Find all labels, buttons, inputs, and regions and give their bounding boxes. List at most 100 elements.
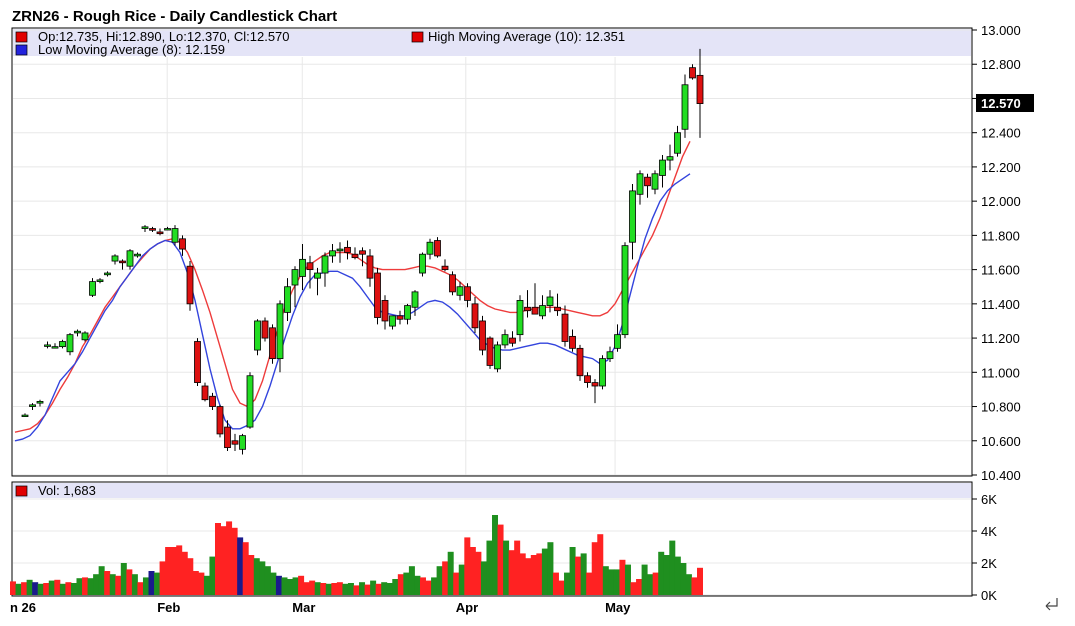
candle-body [276, 303, 284, 360]
volume-bar [597, 534, 604, 595]
volume-bar [386, 583, 393, 595]
price-tick-label: 13.000 [981, 23, 1021, 38]
candle-body [434, 240, 441, 257]
candle-body [104, 272, 111, 276]
volume-bar [486, 540, 493, 595]
candle-body [471, 303, 479, 329]
volume-bar [21, 582, 28, 595]
candle-body [584, 375, 591, 383]
candle-body [464, 286, 471, 301]
volume-bar [453, 572, 460, 595]
candle-body [501, 334, 509, 346]
volume-bar [76, 578, 83, 595]
candle-body [441, 265, 449, 271]
x-axis-label: n 26 [10, 600, 36, 615]
candle-body [74, 330, 81, 334]
candle-body [321, 255, 329, 274]
volume-bar [408, 566, 415, 595]
volume-bar [59, 583, 66, 595]
volume-bar [48, 580, 55, 595]
volume-bar [347, 583, 354, 595]
volume-bar [120, 563, 127, 595]
volume-bar [464, 537, 471, 595]
candle-body [119, 260, 126, 264]
volume-bar [564, 572, 571, 595]
price-tick-label: 10.400 [981, 468, 1021, 483]
chart-title: ZRN26 - Rough Rice - Daily Candlestick C… [12, 8, 337, 25]
volume-bar [203, 575, 210, 595]
volume-bar [447, 551, 454, 595]
x-axis-label: Mar [292, 600, 315, 615]
volume-bar [154, 572, 161, 595]
candle-body [689, 67, 696, 79]
volume-bar [636, 579, 643, 595]
volume-tick-label: 2K [981, 556, 997, 571]
volume-bar [419, 577, 426, 595]
candle-body [194, 341, 201, 383]
volume-bar [15, 583, 22, 595]
volume-bar [298, 575, 305, 595]
candle-body [164, 228, 171, 231]
volume-bar [370, 580, 377, 595]
candle-body [636, 173, 644, 195]
volume-bar [281, 577, 288, 595]
low-ma-legend: Low Moving Average (8): 12.159 [38, 42, 225, 57]
volume-bar [10, 581, 16, 595]
volume-bar [248, 555, 255, 595]
volume-bar [275, 575, 282, 595]
volume-bar [414, 575, 421, 595]
candle-body [126, 250, 134, 267]
volume-bar [325, 583, 332, 595]
candle-body [66, 334, 74, 353]
volume-bar [181, 551, 188, 595]
candle-body [396, 315, 404, 320]
volume-bar [37, 583, 44, 595]
price-panel [11, 27, 973, 477]
candle-body [59, 341, 66, 348]
volume-bar [364, 584, 371, 595]
volume-bar [148, 571, 155, 595]
volume-bar [292, 577, 299, 595]
volume-bar [569, 547, 576, 595]
volume-bar [303, 582, 310, 595]
volume-bar [508, 550, 515, 595]
candle-body [171, 228, 179, 243]
price-tick-label: 10.800 [981, 400, 1021, 415]
candle-body [456, 286, 464, 296]
price-tick-label: 12.200 [981, 160, 1021, 175]
candle-body [149, 228, 156, 231]
volume-bar [192, 571, 199, 595]
volume-bar [469, 547, 476, 595]
candle-body [261, 320, 269, 339]
volume-bar [226, 521, 233, 595]
last-price-value: 12.570 [981, 96, 1021, 111]
candle-body [374, 272, 381, 318]
volume-bar [231, 527, 238, 595]
volume-bar [630, 582, 637, 595]
volume-bar [541, 548, 548, 595]
volume-bar [309, 580, 316, 595]
candle-body [546, 296, 554, 306]
volume-bar [320, 583, 327, 595]
candle-body [419, 253, 426, 274]
candle-body [591, 382, 599, 387]
candle-body [389, 315, 396, 327]
candle-body [329, 250, 336, 257]
volume-bar [126, 569, 133, 595]
volume-bar [397, 574, 404, 595]
volume-tick-label: 6K [981, 492, 997, 507]
candle-body [134, 253, 141, 257]
volume-bar [586, 572, 593, 595]
volume-bar [403, 572, 410, 595]
candle-body [336, 248, 344, 252]
volume-bar [663, 555, 670, 595]
volume-tick-label: 0K [981, 588, 997, 603]
candle-body [696, 74, 704, 104]
candle-body [629, 190, 636, 243]
volume-bar [165, 547, 172, 595]
volume-bar [458, 564, 465, 595]
x-axis-label: May [605, 600, 631, 615]
volume-bar [580, 553, 587, 595]
volume-bar [475, 551, 482, 595]
volume-bar [669, 540, 676, 595]
